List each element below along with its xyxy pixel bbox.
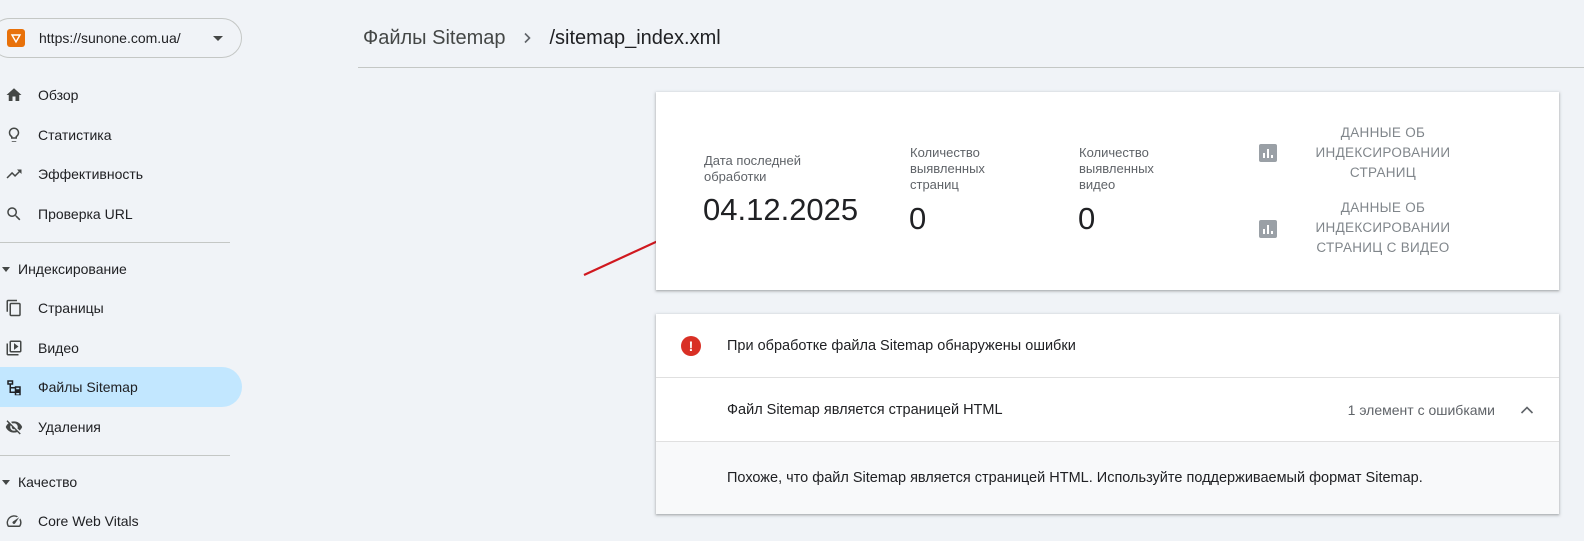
errors-header-row: ! При обработке файла Sitemap обнаружены… [656, 314, 1559, 378]
sidebar-item-label: Core Web Vitals [38, 513, 139, 529]
sidebar-item-pages[interactable]: Страницы [0, 288, 242, 328]
caret-down-icon [2, 479, 10, 485]
last-read-value: 04.12.2025 [703, 192, 859, 227]
pages-icon [4, 298, 24, 318]
sidebar-item-label: Обзор [38, 87, 79, 103]
section-indexing[interactable]: Индексирование [0, 254, 240, 284]
chevron-up-icon[interactable] [1519, 402, 1535, 418]
sitemap-icon [4, 377, 24, 397]
site-favicon-icon [7, 29, 25, 47]
sidebar-item-stats[interactable]: Статистика [0, 115, 242, 155]
sidebar-item-overview[interactable]: Обзор [0, 75, 242, 115]
video-indexing-link[interactable] [1259, 220, 1277, 238]
search-icon [4, 204, 24, 224]
sidebar-item-label: Удаления [38, 419, 101, 435]
search-console-app: https://sunone.com.ua/ Обзор Статистика … [0, 0, 1584, 541]
sidebar-item-sitemaps[interactable]: Файлы Sitemap [0, 367, 242, 407]
last-read-label: Дата последней обработки [704, 153, 801, 184]
section-quality[interactable]: Качество [0, 467, 240, 497]
sidebar-divider [0, 242, 230, 243]
sidebar-item-label: Видео [38, 340, 79, 356]
sidebar-item-label: Проверка URL [38, 206, 133, 222]
discovered-pages-value: 0 [909, 201, 927, 236]
page-title: /sitemap_index.xml [549, 26, 721, 49]
caret-down-icon [2, 266, 10, 272]
breadcrumb: Файлы Sitemap /sitemap_index.xml [363, 26, 721, 50]
error-icon: ! [681, 335, 701, 356]
home-icon [4, 85, 24, 105]
sidebar-divider [0, 455, 230, 456]
sidebar-item-label: Файлы Sitemap [38, 379, 138, 395]
sidebar-item-url-inspection[interactable]: Проверка URL [0, 194, 242, 234]
error-detail-text: Похоже, что файл Sitemap является страни… [727, 470, 1423, 486]
error-item-count: 1 элемент с ошибками [1347, 401, 1495, 418]
sidebar-item-removals[interactable]: Удаления [0, 407, 242, 447]
page-indexing-link[interactable] [1259, 144, 1277, 162]
sidebar-item-video[interactable]: Видео [0, 328, 242, 368]
sidebar-item-label: Страницы [38, 300, 104, 316]
breadcrumb-parent-link[interactable]: Файлы Sitemap [363, 27, 505, 50]
discovered-pages-label: Количество выявленных страниц [910, 145, 985, 192]
discovered-videos-value: 0 [1078, 201, 1096, 236]
sidebar-item-performance[interactable]: Эффективность [0, 154, 242, 194]
property-url: https://sunone.com.ua/ [39, 30, 181, 46]
error-item-row[interactable]: Файл Sitemap является страницей HTML 1 э… [656, 378, 1559, 442]
section-label: Качество [18, 474, 78, 490]
visibility-off-icon [4, 417, 24, 437]
sidebar-item-label: Статистика [38, 127, 112, 143]
bar-chart-icon [1259, 144, 1277, 162]
discovered-videos-label: Количество выявленных видео [1079, 145, 1154, 192]
chevron-right-icon [521, 32, 533, 44]
sitemap-errors-card: ! При обработке файла Sitemap обнаружены… [656, 314, 1559, 514]
video-library-icon [4, 338, 24, 358]
property-selector[interactable]: https://sunone.com.ua/ [0, 18, 242, 58]
speed-gauge-icon [4, 511, 24, 531]
sidebar-item-cwv[interactable]: Core Web Vitals [0, 501, 242, 541]
chevron-down-icon [213, 35, 223, 41]
sidebar-item-label: Эффективность [38, 166, 144, 182]
header-divider [358, 67, 1584, 68]
trending-up-icon [4, 164, 24, 184]
lightbulb-icon [4, 125, 24, 145]
page-indexing-link-label[interactable]: ДАННЫЕ ОБ ИНДЕКСИРОВАНИИ СТРАНИЦ [1298, 123, 1468, 183]
errors-header-text: При обработке файла Sitemap обнаружены о… [727, 337, 1076, 354]
bar-chart-icon [1259, 220, 1277, 238]
section-label: Индексирование [18, 261, 127, 277]
error-item-title: Файл Sitemap является страницей HTML [727, 401, 1003, 418]
video-indexing-link-label[interactable]: ДАННЫЕ ОБ ИНДЕКСИРОВАНИИ СТРАНИЦ С ВИДЕО [1298, 198, 1468, 258]
error-detail-row: Похоже, что файл Sitemap является страни… [656, 442, 1559, 514]
sidebar: https://sunone.com.ua/ Обзор Статистика … [0, 0, 245, 541]
